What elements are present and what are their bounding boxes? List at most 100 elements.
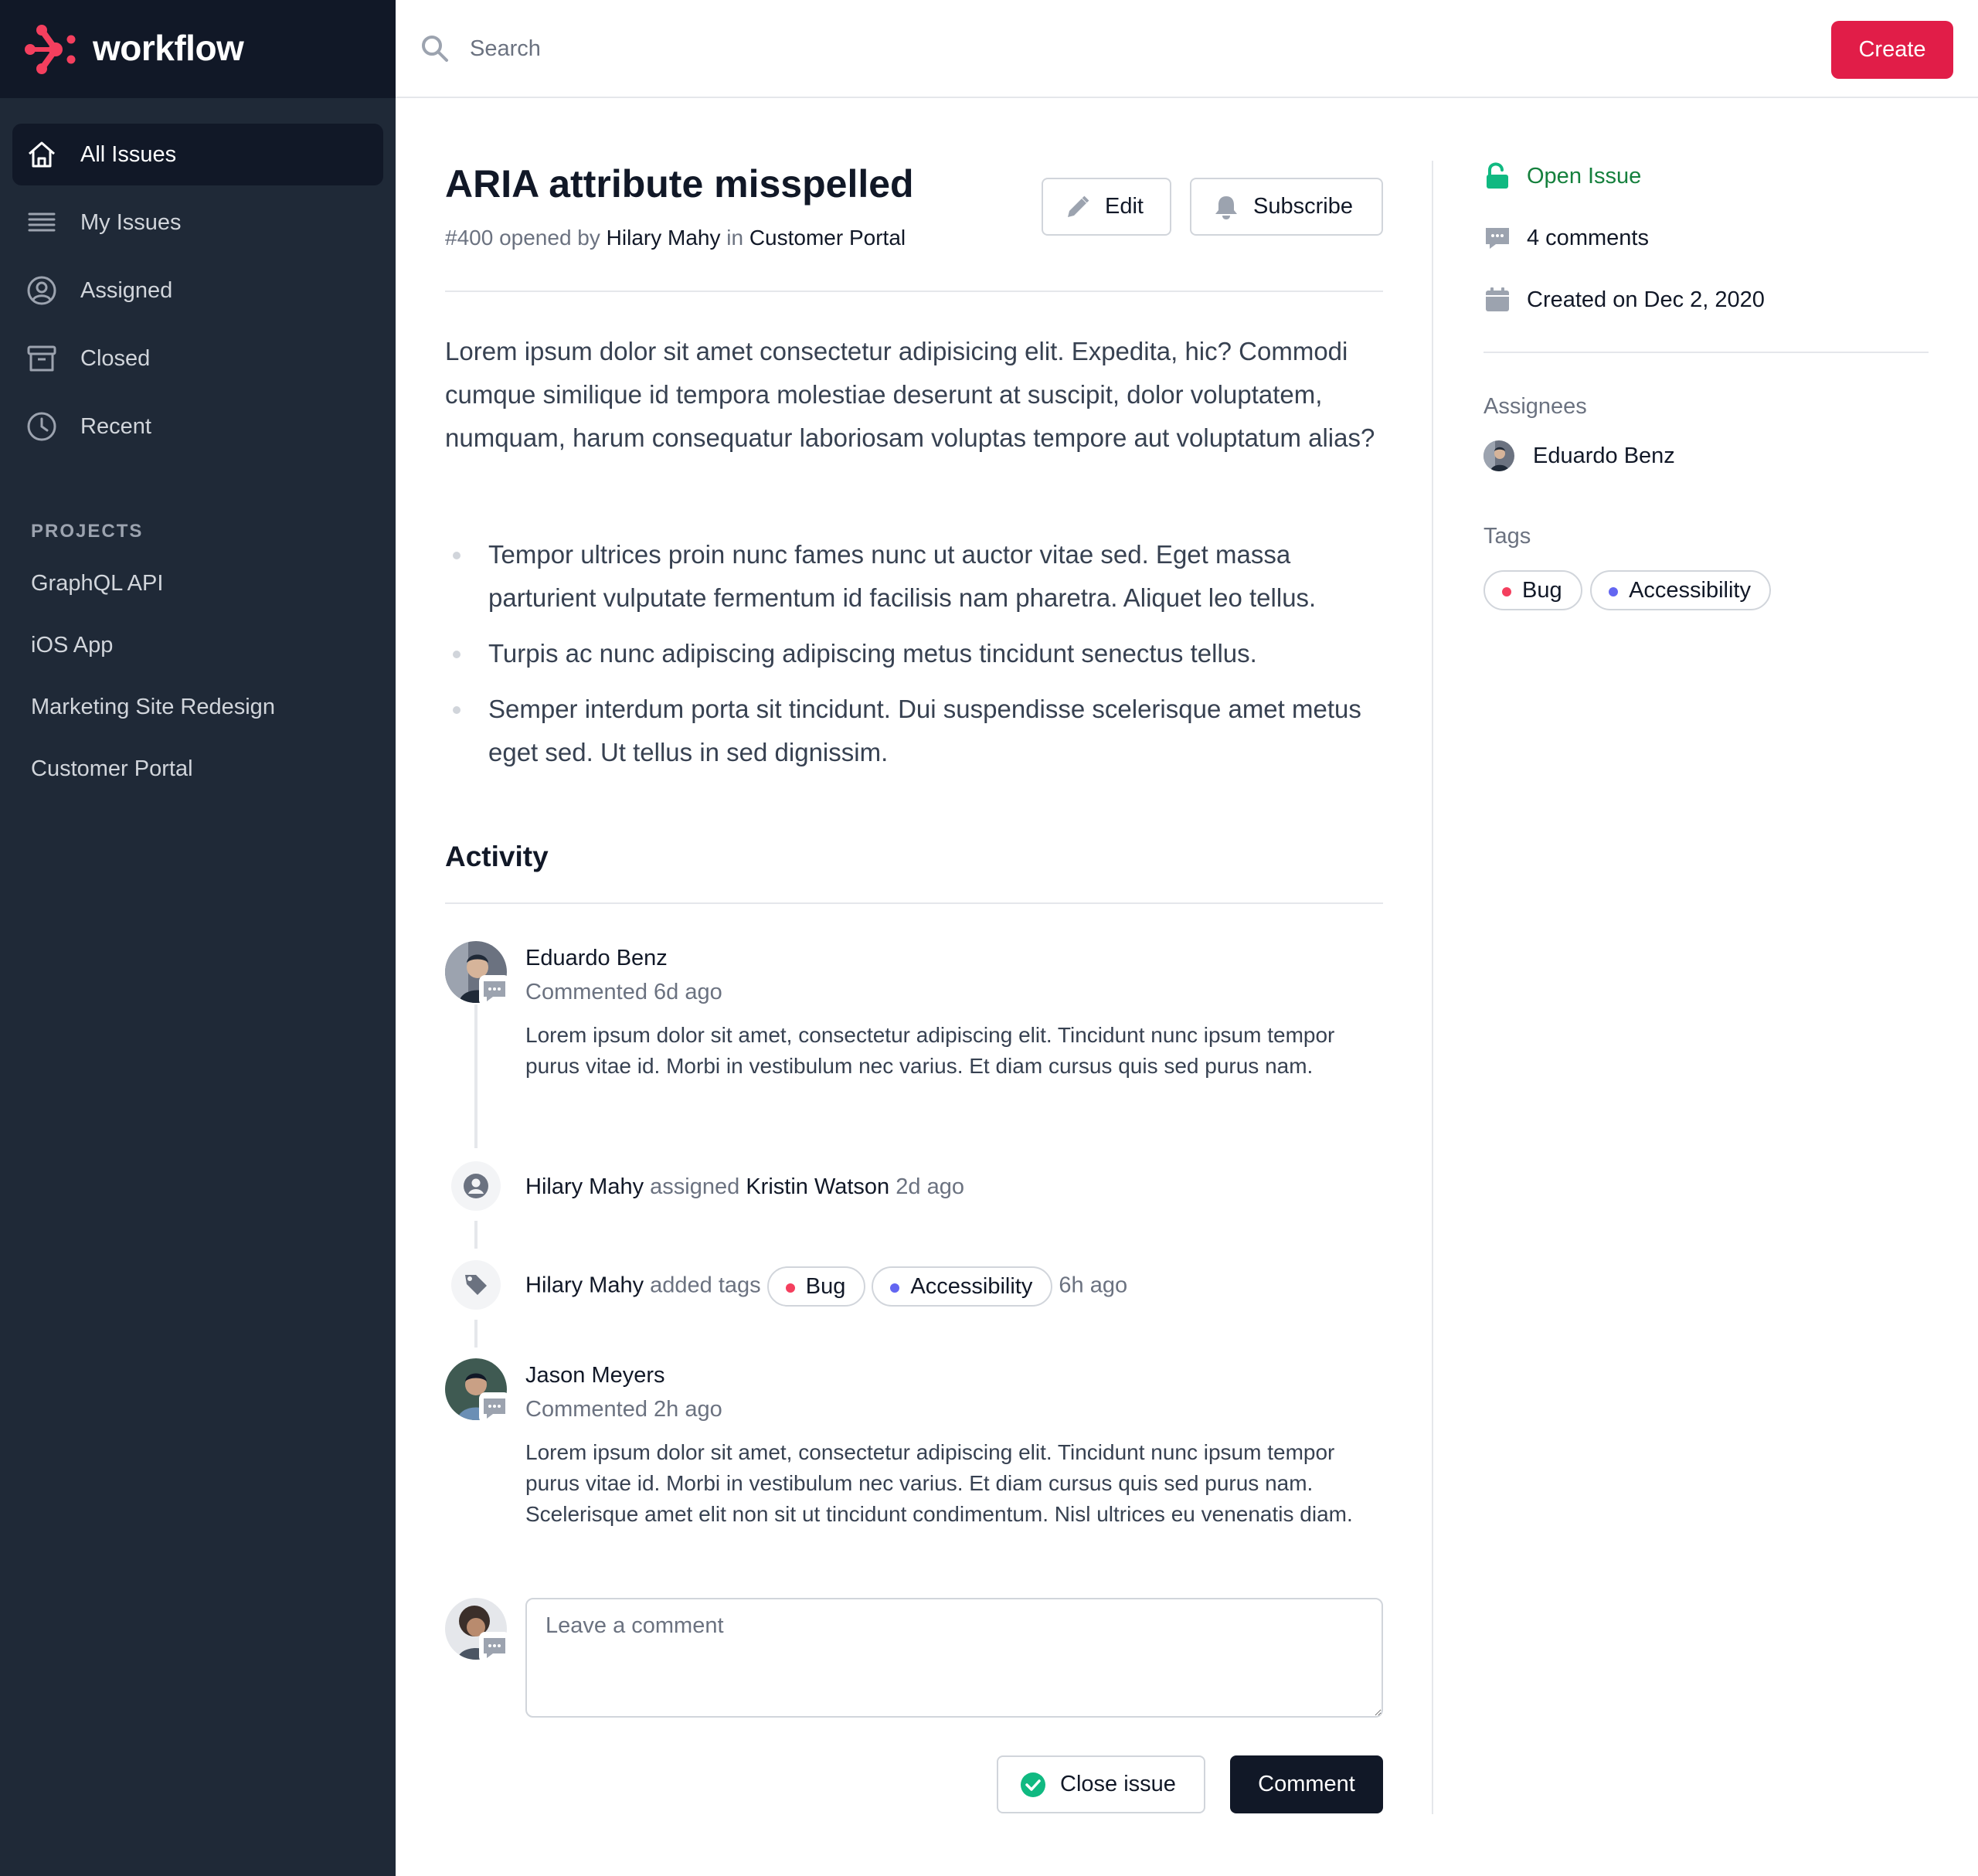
subscribe-label: Subscribe (1253, 194, 1353, 219)
issue-author-link[interactable]: Hilary Mahy (607, 226, 721, 250)
comments-count-text: 4 comments (1527, 226, 1649, 250)
chat-bubble-badge (479, 1392, 510, 1423)
opened-by-text: opened by (499, 226, 600, 250)
assign-event-text: Hilary Mahy assigned Kristin Watson 2d a… (525, 1168, 964, 1205)
issue-number: #400 (445, 226, 494, 250)
user-circle-icon (27, 276, 56, 305)
chat-bubble-icon (1486, 228, 1509, 249)
project-link-customer-portal[interactable]: Customer Portal (31, 753, 193, 784)
tag-label: Bug (805, 1274, 846, 1299)
event-actor-link[interactable]: Hilary Mahy (525, 1273, 644, 1298)
tag-icon (465, 1275, 487, 1295)
tag-color-dot (1502, 587, 1511, 596)
nav-label: Recent (80, 414, 151, 439)
column-divider (1432, 161, 1433, 1814)
nav-label: All Issues (80, 142, 177, 167)
user-circle-icon (464, 1174, 488, 1198)
nav-item-recent[interactable]: Recent (12, 396, 383, 457)
calendar-icon (1486, 287, 1509, 311)
comment-body: Lorem ipsum dolor sit amet, consectetur … (525, 1440, 1353, 1526)
project-link-marketing-site-redesign[interactable]: Marketing Site Redesign (31, 692, 275, 722)
tag-list: Bug Accessibility (1484, 570, 1771, 610)
chat-bubble-badge (479, 975, 510, 1006)
tag-label: Accessibility (910, 1274, 1033, 1299)
workflow-logo-icon[interactable] (25, 24, 77, 75)
lock-open-icon (1487, 162, 1508, 189)
archive-icon (27, 345, 56, 372)
chat-bubble-icon (484, 981, 505, 1001)
nav-item-my-issues[interactable]: My Issues (12, 192, 383, 253)
projects-heading: PROJECTS (31, 521, 144, 542)
divider (445, 291, 1383, 292)
nav-item-assigned[interactable]: Assigned (12, 260, 383, 321)
search-input[interactable] (470, 29, 1011, 68)
close-issue-button[interactable]: Close issue (997, 1755, 1205, 1813)
bullet-text: Tempor ultrices proin nunc fames nunc ut… (488, 540, 1317, 612)
comment-submit-button[interactable]: Comment (1230, 1755, 1383, 1813)
chat-bubble-badge (479, 1632, 510, 1663)
clock-icon (27, 412, 56, 441)
issue-title: ARIA attribute misspelled (445, 162, 914, 206)
event-marker (451, 1260, 501, 1310)
timeline-line (474, 1221, 478, 1249)
home-icon (29, 141, 55, 168)
tag-color-dot (785, 1283, 795, 1293)
tag-color-dot (890, 1283, 900, 1293)
tag-color-dot (1609, 587, 1619, 596)
issue-description: Lorem ipsum dolor sit amet consectetur a… (445, 337, 1375, 452)
tag-accessibility[interactable]: Accessibility (872, 1266, 1053, 1307)
comment-textarea[interactable] (525, 1598, 1383, 1718)
project-link-graphql-api[interactable]: GraphQL API (31, 568, 163, 599)
tag-bug[interactable]: Bug (1484, 570, 1582, 610)
comment-body: Lorem ipsum dolor sit amet, consectetur … (525, 1023, 1335, 1078)
list-icon (28, 212, 56, 232)
bullet-dot (453, 651, 461, 658)
bullet-text: Semper interdum porta sit tincidunt. Dui… (488, 695, 1361, 766)
bullet-dot (453, 552, 461, 559)
list-item: Semper interdum porta sit tincidunt. Dui… (445, 688, 1388, 774)
comment-author[interactable]: Jason Meyers (525, 1360, 665, 1391)
tag-bug[interactable]: Bug (766, 1266, 866, 1307)
create-button[interactable]: Create (1831, 21, 1953, 79)
tag-label: Accessibility (1629, 578, 1751, 603)
divider (445, 902, 1383, 904)
assignee-name[interactable]: Eduardo Benz (1533, 439, 1675, 473)
nav-label: My Issues (80, 210, 182, 235)
event-verb: assigned (650, 1174, 740, 1199)
divider (1484, 352, 1929, 353)
assignees-label: Assignees (1484, 394, 1587, 419)
created-date-text: Created on Dec 2, 2020 (1527, 287, 1765, 312)
event-target-link[interactable]: Kristin Watson (746, 1174, 889, 1199)
bell-icon (1215, 196, 1237, 219)
edit-button[interactable]: Edit (1042, 178, 1171, 236)
comment-author[interactable]: Eduardo Benz (525, 943, 668, 974)
event-verb: added tags (650, 1273, 761, 1298)
project-link-ios-app[interactable]: iOS App (31, 630, 113, 661)
tag-accessibility[interactable]: Accessibility (1590, 570, 1771, 610)
event-time: 6h ago (1059, 1273, 1128, 1298)
tags-event-text: Hilary Mahy added tags Bug Accessibility… (525, 1266, 1127, 1307)
issue-project-link[interactable]: Customer Portal (749, 226, 906, 250)
subscribe-button[interactable]: Subscribe (1190, 178, 1383, 236)
comment-timestamp: Commented 6d ago (525, 980, 722, 1004)
pencil-icon (1068, 195, 1089, 217)
status-text: Open Issue (1527, 164, 1642, 189)
assignee-avatar[interactable] (1484, 440, 1514, 471)
check-circle-icon (1021, 1772, 1045, 1797)
edit-label: Edit (1105, 194, 1144, 219)
event-actor-link[interactable]: Hilary Mahy (525, 1174, 644, 1199)
close-issue-label: Close issue (1060, 1772, 1176, 1796)
top-bar: Create (396, 0, 1978, 98)
search-icon (422, 36, 448, 62)
nav-label: Assigned (80, 278, 173, 303)
activity-heading: Activity (445, 841, 549, 872)
event-marker (451, 1161, 501, 1211)
sidebar: workflow All Issues My Issues Assigned C… (0, 0, 396, 1876)
nav-item-closed[interactable]: Closed (12, 328, 383, 389)
nav-item-all-issues[interactable]: All Issues (12, 124, 383, 185)
list-item: Turpis ac nunc adipiscing adipiscing met… (445, 632, 1388, 675)
event-time: 2d ago (896, 1174, 964, 1199)
comment-timestamp: Commented 2h ago (525, 1397, 722, 1422)
avatar-photo-eduardo (1484, 440, 1514, 471)
nav-label: Closed (80, 346, 151, 371)
